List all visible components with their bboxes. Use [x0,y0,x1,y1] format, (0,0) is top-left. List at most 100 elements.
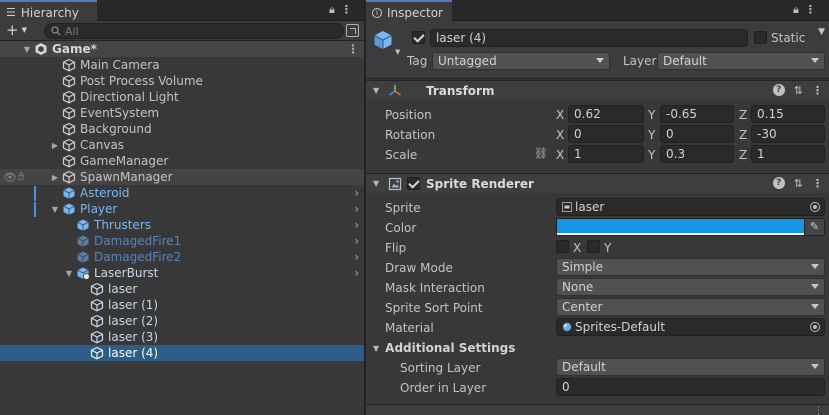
axis-x-label[interactable]: X [556,108,564,122]
color-field[interactable] [556,218,805,236]
scene-filter-icon[interactable] [346,24,359,37]
chevron-right-icon[interactable]: › [354,234,359,248]
hierarchy-row[interactable]: Thrusters › [0,217,364,233]
position-z-field[interactable]: 0.15 [751,105,825,123]
fold-open-icon[interactable]: ▼ [50,205,60,214]
hierarchy-row[interactable]: laser (2) [0,313,364,329]
gameobject-cube-icon[interactable] [372,29,394,51]
rotation-x-field[interactable]: 0 [568,125,644,143]
kebab-menu-icon[interactable]: ⋮ [812,84,823,97]
active-checkbox[interactable] [412,31,425,44]
tab-hierarchy[interactable]: ☰ Hierarchy [0,0,97,21]
transform-header[interactable]: ▼ Transform ? ⇅ ⋮ [366,80,829,100]
axis-x-label[interactable]: X [556,148,564,162]
create-button[interactable]: + ▼ [6,22,27,39]
axis-z-label[interactable]: Z [739,128,747,142]
hierarchy-row[interactable]: laser (3) [0,329,364,345]
rotation-y-value: 0 [666,127,674,141]
position-x-field[interactable]: 0.62 [568,105,644,123]
sorting-layer-dropdown[interactable]: Default [556,358,825,376]
pickable-hand-icon[interactable]: ✋︎ [18,170,24,184]
chevron-right-icon[interactable]: › [354,202,359,216]
material-object-field[interactable]: Sprites-Default [556,318,825,336]
fold-open-icon[interactable]: ▼ [64,269,74,278]
axis-y-label[interactable]: Y [648,108,655,122]
hierarchy-row[interactable]: DamagedFire2 › [0,249,364,265]
presets-icon[interactable]: ⇅ [794,177,803,190]
static-dropdown-icon[interactable]: ▼ [818,27,825,37]
eyedropper-icon[interactable]: ✎ [805,218,825,236]
kebab-menu-icon[interactable]: ⋮ [805,3,816,17]
mask-interaction-dropdown[interactable]: None [556,278,825,296]
draw-mode-dropdown[interactable]: Simple [556,258,825,276]
hierarchy-row[interactable]: Post Process Volume [0,73,364,89]
chevron-right-icon[interactable]: › [354,250,359,264]
fold-open-icon[interactable]: ▼ [373,86,379,95]
presets-icon[interactable]: ⇅ [794,84,803,97]
position-y-field[interactable]: -0.65 [660,105,734,123]
visibility-eye-icon[interactable]: 👁︎ [3,171,17,184]
static-checkbox[interactable] [754,31,767,44]
search-input[interactable] [65,24,305,38]
fold-open-icon[interactable]: ▼ [373,179,379,188]
scene-row[interactable]: ▼ Game* ⋮ [0,41,364,57]
kebab-menu-icon[interactable]: ⋮ [812,177,823,190]
hierarchy-row[interactable]: Directional Light [0,89,364,105]
next-component-header[interactable]: ⋮ [366,404,829,415]
scale-z-field[interactable]: 1 [751,145,825,163]
axis-x-label[interactable]: X [556,128,564,142]
tab-inspector[interactable]: i Inspector [366,0,452,21]
hierarchy-row-selected[interactable]: laser (4) [0,345,364,361]
fold-closed-icon[interactable]: ▶ [50,173,60,182]
constrain-proportions-link-icon[interactable]: ⛓︎ [534,147,548,160]
hierarchy-row[interactable]: ▼ LaserBurst › [0,265,364,281]
scale-y-field[interactable]: 0.3 [660,145,734,163]
flip-x-checkbox[interactable] [556,240,569,253]
flip-y-checkbox[interactable] [587,240,600,253]
hierarchy-row[interactable]: DamagedFire1 › [0,233,364,249]
rotation-y-field[interactable]: 0 [660,125,734,143]
sort-point-dropdown[interactable]: Center [556,298,825,316]
lock-icon[interactable]: 🔒︎ [329,3,335,17]
hierarchy-row[interactable]: ▼ Player › [0,201,364,217]
search-field[interactable] [44,23,344,39]
help-icon[interactable]: ? [772,177,785,189]
chevron-down-icon[interactable]: ▼ [395,48,400,56]
axis-z-label[interactable]: Z [739,108,747,122]
fold-open-icon[interactable]: ▼ [22,45,32,54]
kebab-menu-icon[interactable]: ⋮ [814,406,823,415]
hierarchy-row[interactable]: Asteroid › [0,185,364,201]
lock-icon[interactable]: 🔒︎ [793,3,799,17]
hierarchy-row[interactable]: laser (1) [0,297,364,313]
axis-z-label[interactable]: Z [739,148,747,162]
hierarchy-row[interactable]: 👁︎ ✋︎ ▶ SpawnManager [0,169,364,185]
sprite-object-field[interactable]: laser [556,198,825,216]
hierarchy-row[interactable]: Background [0,121,364,137]
rotation-z-field[interactable]: -30 [751,125,825,143]
order-in-layer-field[interactable]: 0 [556,378,825,396]
additional-settings-foldout[interactable]: ▼ Additional Settings [373,341,515,355]
layer-dropdown[interactable]: Default [657,52,825,70]
object-name-field[interactable]: laser (4) [430,29,748,47]
help-icon[interactable]: ? [772,84,785,96]
tag-dropdown[interactable]: Untagged [432,52,610,70]
hierarchy-row[interactable]: GameManager [0,153,364,169]
scale-x-field[interactable]: 1 [568,145,644,163]
fold-closed-icon[interactable]: ▶ [50,141,60,150]
chevron-right-icon[interactable]: › [354,218,359,232]
fold-open-icon[interactable]: ▼ [373,344,379,353]
axis-y-label[interactable]: Y [648,148,655,162]
axis-y-label[interactable]: Y [648,128,655,142]
hierarchy-row[interactable]: ▶ Canvas [0,137,364,153]
kebab-menu-icon[interactable]: ⋮ [341,3,352,17]
hierarchy-row[interactable]: laser [0,281,364,297]
sprite-renderer-enabled-checkbox[interactable] [407,177,420,190]
object-picker-icon[interactable] [810,322,820,332]
kebab-menu-icon[interactable]: ⋮ [347,42,359,56]
chevron-right-icon[interactable]: › [354,266,359,280]
hierarchy-row[interactable]: EventSystem [0,105,364,121]
object-picker-icon[interactable] [810,202,820,212]
hierarchy-row[interactable]: Main Camera [0,57,364,73]
chevron-right-icon[interactable]: › [354,186,359,200]
sprite-renderer-header[interactable]: ▼ Sprite Renderer ? ⇅ ⋮ [366,173,829,193]
